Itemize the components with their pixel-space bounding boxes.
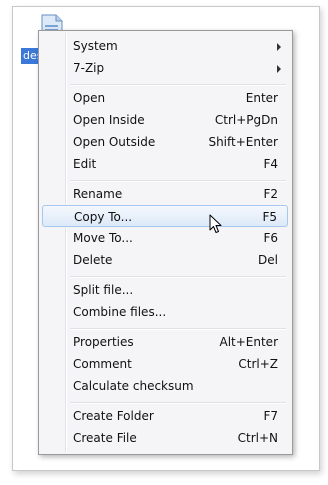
menu-item-label: Create File	[73, 431, 137, 445]
menu-separator	[70, 402, 286, 404]
menu-item-shortcut: Alt+Enter	[219, 335, 278, 349]
menu-separator	[70, 180, 286, 182]
menu-item-label: Delete	[73, 253, 113, 267]
menu-item-shortcut: Shift+Enter	[208, 135, 278, 149]
menu-item-7zip[interactable]: 7-Zip	[42, 57, 288, 79]
menu-item-label: Copy To...	[74, 210, 133, 224]
menu-item-label: Rename	[73, 187, 123, 201]
menu-item-combine-files[interactable]: Combine files...	[42, 301, 288, 323]
menu-separator	[70, 276, 286, 278]
menu-separator	[70, 328, 286, 330]
menu-item-shortcut: Ctrl+PgDn	[214, 113, 278, 127]
menu-item-comment[interactable]: Comment Ctrl+Z	[42, 353, 288, 375]
menu-item-split-file[interactable]: Split file...	[42, 279, 288, 301]
menu-item-copy-to[interactable]: Copy To... F5	[42, 205, 288, 227]
submenu-arrow-icon	[277, 43, 281, 51]
menu-item-label: Open Outside	[73, 135, 156, 149]
menu-item-label: System	[73, 39, 118, 53]
menu-item-label: Move To...	[73, 231, 133, 245]
menu-separator	[70, 84, 286, 86]
menu-item-shortcut: Del	[258, 253, 278, 267]
menu-item-shortcut: Enter	[245, 91, 278, 105]
menu-item-open-outside[interactable]: Open Outside Shift+Enter	[42, 131, 288, 153]
menu-item-properties[interactable]: Properties Alt+Enter	[42, 331, 288, 353]
menu-item-label: Edit	[73, 157, 97, 171]
arrow-pointer-icon	[209, 214, 223, 234]
menu-item-calculate-checksum[interactable]: Calculate checksum	[42, 375, 288, 397]
submenu-arrow-icon	[277, 65, 281, 73]
menu-item-delete[interactable]: Delete Del	[42, 249, 288, 271]
menu-item-label: Combine files...	[73, 305, 167, 319]
menu-item-shortcut: F4	[263, 157, 278, 171]
menu-item-create-folder[interactable]: Create Folder F7	[42, 405, 288, 427]
menu-item-shortcut: F5	[262, 210, 277, 224]
menu-item-shortcut: Ctrl+Z	[238, 357, 278, 371]
menu-item-system[interactable]: System	[42, 35, 288, 57]
menu-item-label: Calculate checksum	[73, 379, 194, 393]
menu-item-label: 7-Zip	[73, 61, 105, 75]
menu-item-shortcut: Ctrl+N	[237, 431, 278, 445]
menu-item-label: Properties	[73, 335, 134, 349]
menu-item-edit[interactable]: Edit F4	[42, 153, 288, 175]
menu-item-open[interactable]: Open Enter	[42, 87, 288, 109]
menu-item-label: Split file...	[73, 283, 134, 297]
menu-item-move-to[interactable]: Move To... F6	[42, 227, 288, 249]
menu-item-label: Open	[73, 91, 106, 105]
menu-item-open-inside[interactable]: Open Inside Ctrl+PgDn	[42, 109, 288, 131]
context-menu: System 7-Zip Open Enter Open Inside Ctrl…	[38, 30, 293, 455]
menu-item-shortcut: F7	[263, 409, 278, 423]
menu-item-label: Comment	[73, 357, 132, 371]
menu-item-label: Open Inside	[73, 113, 145, 127]
menu-item-create-file[interactable]: Create File Ctrl+N	[42, 427, 288, 449]
menu-item-shortcut: F6	[263, 231, 278, 245]
menu-item-label: Create Folder	[73, 409, 154, 423]
menu-item-rename[interactable]: Rename F2	[42, 183, 288, 205]
menu-item-shortcut: F2	[263, 187, 278, 201]
